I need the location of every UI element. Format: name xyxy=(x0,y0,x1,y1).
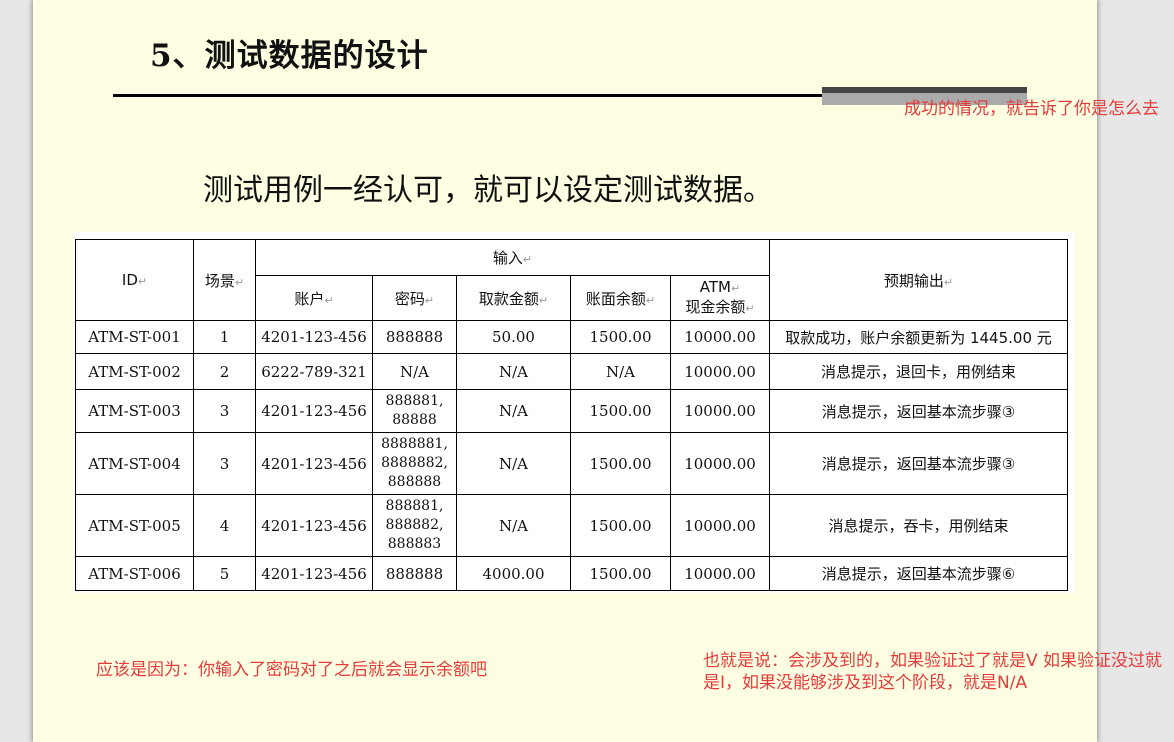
cell-withdraw: 4000.00 xyxy=(456,556,571,591)
cell-password: N/A xyxy=(372,353,457,390)
annotation-validation: 也就是说：会涉及到的，如果验证过了就是V 如果验证没过就是I，如果没能够涉及到这… xyxy=(703,651,1163,693)
slide-subtitle: 测试用例一经认可，就可以设定测试数据。 xyxy=(203,173,773,208)
cell-id: ATM-ST-005 xyxy=(75,494,194,557)
cell-atm-cash: 10000.00 xyxy=(670,353,770,390)
cell-atm-cash: 10000.00 xyxy=(670,556,770,591)
cell-scenario: 3 xyxy=(193,432,256,495)
cell-atm-cash: 10000.00 xyxy=(670,494,770,557)
cell-scenario: 4 xyxy=(193,494,256,557)
cell-password: 888888 xyxy=(372,556,457,591)
cell-password: 888881, 888882, 888883 xyxy=(372,494,457,557)
table-row: ATM-ST-005 4 4201-123-456 888881, 888882… xyxy=(75,494,1068,557)
decorative-bar-top xyxy=(822,87,1027,93)
cell-atm-cash: 10000.00 xyxy=(670,389,770,433)
cell-id: ATM-ST-001 xyxy=(75,320,194,354)
header-balance: 账面余额↵ xyxy=(570,275,671,321)
cell-account: 4201-123-456 xyxy=(255,494,373,557)
cell-balance: 1500.00 xyxy=(570,320,671,354)
header-id: ID↵ xyxy=(75,239,194,321)
cell-withdraw: N/A xyxy=(456,353,571,390)
cell-scenario: 2 xyxy=(193,353,256,390)
cell-expected: 消息提示，返回基本流步骤③ xyxy=(769,389,1068,433)
header-withdraw: 取款金额↵ xyxy=(456,275,571,321)
header-account: 账户↵ xyxy=(255,275,373,321)
cell-balance: N/A xyxy=(570,353,671,390)
header-atm-cash: ATM↵ 现金余额↵ xyxy=(670,275,770,321)
cell-withdraw: 50.00 xyxy=(456,320,571,354)
cell-password: 888888 xyxy=(372,320,457,354)
cell-id: ATM-ST-003 xyxy=(75,389,194,433)
cell-balance: 1500.00 xyxy=(570,494,671,557)
cell-balance: 1500.00 xyxy=(570,556,671,591)
header-input: 输入↵ xyxy=(255,239,770,276)
cell-expected: 消息提示，返回基本流步骤⑥ xyxy=(769,556,1068,591)
cell-account: 4201-123-456 xyxy=(255,556,373,591)
annotation-password: 应该是因为：你输入了密码对了之后就会显示余额吧 xyxy=(96,660,487,680)
cell-expected: 消息提示，退回卡，用例结束 xyxy=(769,353,1068,390)
table-row: ATM-ST-001 1 4201-123-456 888888 50.00 1… xyxy=(75,320,1068,354)
header-expected: 预期输出↵ xyxy=(769,239,1068,321)
table-row: ATM-ST-006 5 4201-123-456 888888 4000.00… xyxy=(75,556,1068,591)
table-row: ATM-ST-003 3 4201-123-456 888881, 88888 … xyxy=(75,389,1068,433)
cell-atm-cash: 10000.00 xyxy=(670,432,770,495)
cell-account: 4201-123-456 xyxy=(255,432,373,495)
cell-scenario: 1 xyxy=(193,320,256,354)
annotation-success: 成功的情况，就告诉了你是怎么去 xyxy=(904,99,1159,119)
cell-account: 4201-123-456 xyxy=(255,389,373,433)
cell-account: 6222-789-321 xyxy=(255,353,373,390)
cell-expected: 消息提示，吞卡，用例结束 xyxy=(769,494,1068,557)
test-data-table-container: ID↵ 场景↵ 输入↵ 预期输出↵ 账户↵ 密码↵ 取款金额↵ 账面余额↵ AT… xyxy=(73,232,1075,593)
cell-withdraw: N/A xyxy=(456,389,571,433)
cell-scenario: 3 xyxy=(193,389,256,433)
cell-balance: 1500.00 xyxy=(570,432,671,495)
cell-withdraw: N/A xyxy=(456,432,571,495)
cell-expected: 消息提示，返回基本流步骤③ xyxy=(769,432,1068,495)
table-row: ATM-ST-002 2 6222-789-321 N/A N/A N/A 10… xyxy=(75,353,1068,390)
cell-id: ATM-ST-004 xyxy=(75,432,194,495)
cell-atm-cash: 10000.00 xyxy=(670,320,770,354)
cell-expected: 取款成功，账户余额更新为 1445.00 元 xyxy=(769,320,1068,354)
cell-id: ATM-ST-006 xyxy=(75,556,194,591)
cell-balance: 1500.00 xyxy=(570,389,671,433)
table-row: ATM-ST-004 3 4201-123-456 8888881, 88888… xyxy=(75,432,1068,495)
cell-account: 4201-123-456 xyxy=(255,320,373,354)
cell-withdraw: N/A xyxy=(456,494,571,557)
cell-password: 8888881, 8888882, 888888 xyxy=(372,432,457,495)
test-data-table: ID↵ 场景↵ 输入↵ 预期输出↵ 账户↵ 密码↵ 取款金额↵ 账面余额↵ AT… xyxy=(75,239,1068,591)
slide-title: 5、测试数据的设计 xyxy=(150,38,429,74)
cell-password: 888881, 88888 xyxy=(372,389,457,433)
header-password: 密码↵ xyxy=(372,275,457,321)
header-scenario: 场景↵ xyxy=(193,239,256,321)
cell-scenario: 5 xyxy=(193,556,256,591)
cell-id: ATM-ST-002 xyxy=(75,353,194,390)
